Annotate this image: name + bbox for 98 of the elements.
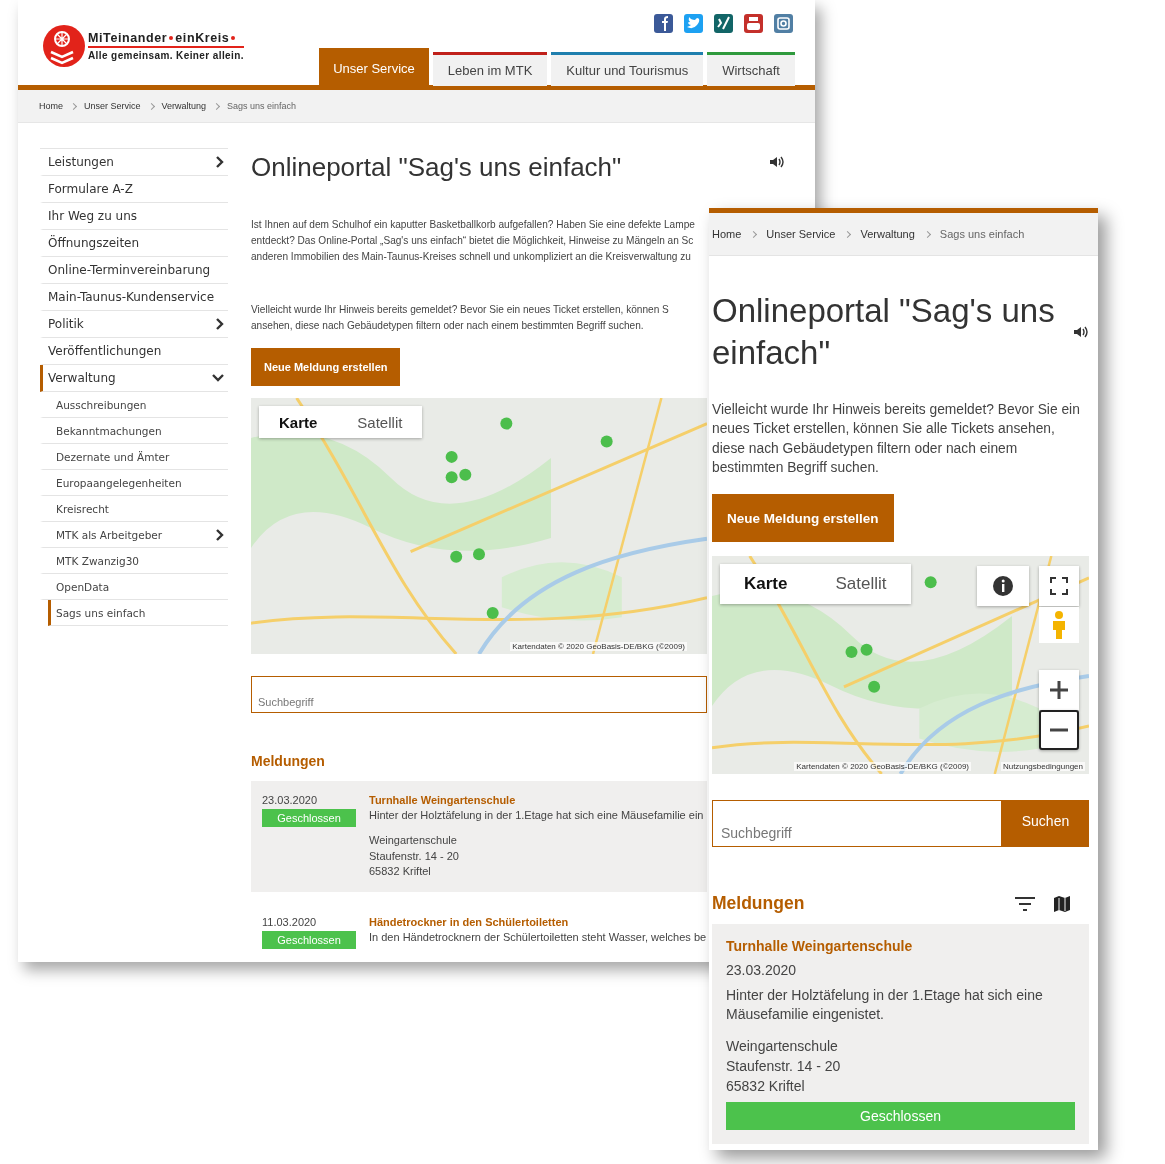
sidebar-item[interactable]: Formulare A-Z [40,176,228,203]
new-report-button[interactable]: Neue Meldung erstellen [712,494,894,543]
sidebar-item[interactable]: Online-Terminvereinbarung [40,257,228,284]
fullscreen-icon [1050,577,1068,596]
hint-text: Vielleicht wurde Ihr Hinweis bereits gemeldet? Bevor Sie ein neues Ticket erstellen, können S [251,303,670,317]
sidebar-item[interactable]: OpenData [40,574,228,600]
report-date: 23.03.2020 [262,794,319,806]
report-card[interactable]: Turnhalle Weingartenschule 23.03.2020 Hinter der Holztäfelung in der 1.Etage hat sich eine Mäusefamilie eingenistet. Weingartenschule Staufenstr. 14 - 20 65832 Kriftel Geschlossen [712,924,1089,1145]
breadcrumb-link[interactable]: Sags uns einfach [227,101,297,111]
twitter-icon[interactable] [684,14,703,33]
fullscreen-button[interactable] [1039,566,1079,607]
report-card[interactable]: 23.03.2020 Geschlossen Turnhalle Weingartenschule Hinter der Holztäfelung in der 1.Etage hat sich eine Mäusefamilie ein Weingartenschule Staufenstr. 14 - 20 65832 Kriftel [251,781,707,892]
filter-icon[interactable] [1015,896,1035,911]
nav-tab[interactable]: Leben im MTK [432,52,548,86]
search-button[interactable]: Suchen [1002,800,1089,848]
map-type-tab[interactable]: Karte [259,406,338,438]
intro-text: anderen Immobilien des Main-Taunus-Kreises schnell und unkompliziert an die Kreisverwaltung zu [251,250,692,264]
logo-tagline: Alle gemeinsam. Keiner allein. [88,50,244,61]
report-title[interactable]: Turnhalle Weingartenschule [726,938,1075,955]
info-button[interactable] [977,566,1029,607]
address-line: Staufenstr. 14 - 20 [726,1057,842,1077]
breadcrumb-link[interactable]: Home [712,228,742,240]
sidebar-item[interactable]: Europaangelegenheiten [40,470,228,496]
sidebar-item[interactable]: Verwaltung [40,365,228,392]
status-badge: Geschlossen [262,930,356,949]
report-description: Hinter der Holztäfelung in der 1.Etage hat sich eine Mäusefamilie eingenistet. [726,986,1044,1025]
page-title: Onlineportal "Sag's uns einfach" [712,291,1056,373]
logo-title: MiTeinander einKreis [88,31,244,48]
new-report-button[interactable]: Neue Meldung erstellen [251,348,401,386]
nav-tab[interactable]: Kultur und Tourismus [551,52,704,86]
sidebar-item[interactable]: MTK als Arbeitgeber [40,522,228,548]
address-line: 65832 Kriftel [726,1077,806,1097]
hint-text: ansehen, diese nach Gebäudetypen filtern oder nach einem bestimmten Begriff suchen. [251,319,645,333]
sidebar-item[interactable]: Ihr Weg zu uns [40,203,228,230]
breadcrumb-link[interactable]: Unser Service [766,228,836,240]
intro-text: entdeckt? Das Online-Portal „Sag's uns einfach“ bietet die Möglichkeit, Hinweise zu Mängeln an Sc [251,234,695,248]
breadcrumb-link[interactable]: Unser Service [84,101,141,111]
sidebar-item[interactable]: Dezernate und Ämter [40,444,228,470]
intro-text: Ist Ihnen auf dem Schulhof ein kaputter Basketballkorb aufgefallen? Haben Sie eine defekte Lampe [251,218,696,232]
reports-heading: Meldungen [712,893,806,915]
breadcrumb-link[interactable]: Verwaltung [860,228,915,240]
map-icon[interactable] [1053,894,1071,913]
minus-icon [1050,728,1068,733]
sidebar-item[interactable]: Leistungen [40,149,228,176]
sidebar-item[interactable]: Öffnungszeiten [40,230,228,257]
page-title: Onlineportal "Sag's uns einfach" [251,152,623,183]
chevron-right-icon [216,156,224,168]
breadcrumb-link[interactable]: Verwaltung [161,101,207,111]
sidebar-item[interactable]: Politik [40,311,228,338]
plus-icon [1050,681,1068,700]
terms-link[interactable]: Nutzungsbedingungen [1000,762,1085,772]
person-icon [1051,610,1067,641]
speaker-icon[interactable] [1073,325,1089,339]
search-field[interactable]: Suchbegriff [712,800,1002,848]
address-line: Weingartenschule [369,833,458,848]
status-badge: Geschlossen [726,1102,1075,1131]
sidebar-item[interactable]: Veröffentlichungen [40,338,228,365]
zoom-in-button[interactable] [1039,670,1079,711]
instagram-icon[interactable] [774,14,793,33]
speaker-icon[interactable] [769,155,785,169]
sidebar-item[interactable]: Main-Taunus-Kundenservice [40,284,228,311]
report-date: 23.03.2020 [726,962,798,979]
sidebar-item[interactable]: Kreisrecht [40,496,228,522]
sidebar-item[interactable]: Ausschreibungen [40,392,228,418]
map-type-tab[interactable]: Satellit [811,564,911,605]
report-title[interactable]: Händetrockner in den Schülertoiletten [369,915,707,928]
reports-heading: Meldungen [251,753,326,769]
map-attribution: Kartendaten © 2020 GeoBasis-DE/BKG (©2009) [510,642,687,651]
sidebar-item[interactable]: Sags uns einfach [48,600,228,626]
logo-icon [42,24,86,68]
hint-text: Vielleicht wurde Ihr Hinweis bereits gemeldet? Bevor Sie ein neues Ticket erstellen, können Sie alle Tickets ansehen, diese nach Gebäudetypen filtern oder nach einem bestimmten Begriff suchen. [712,401,1081,477]
chevron-right-icon [216,528,224,541]
map-attribution: Kartendaten © 2020 GeoBasis-DE/BKG (©2009) [794,762,971,772]
address-line: Weingartenschule [726,1037,839,1057]
map-type-tab[interactable]: Satellit [337,406,423,438]
report-title[interactable]: Turnhalle Weingartenschule [369,794,704,806]
info-icon [992,575,1014,598]
report-date: 11.03.2020 [262,915,318,928]
chevron-down-icon [212,374,224,382]
nav-tab[interactable]: Wirtschaft [707,52,795,86]
sidebar-item[interactable]: Bekanntmachungen [40,418,228,444]
status-badge: Geschlossen [262,809,356,827]
address-line: Staufenstr. 14 - 20 [369,848,460,864]
address-line: 65832 Kriftel [369,864,432,879]
nav-tab[interactable]: Unser Service [319,48,429,86]
facebook-icon[interactable] [654,14,673,33]
sidebar-item[interactable]: MTK Zwanzig30 [40,548,228,574]
zoom-out-button[interactable] [1039,710,1079,751]
breadcrumb-link[interactable]: Sags uns einfach [939,228,1025,240]
report-card[interactable]: 11.03.2020 Geschlossen Händetrockner in den Schülertoiletten In den Händetrocknern der Schülertoiletten steht Wasser, welches be [251,915,707,949]
report-description: In den Händetrocknern der Schülertoiletten steht Wasser, welches be [369,930,707,943]
chevron-right-icon [216,318,224,330]
map-type-tab[interactable]: Karte [720,564,812,605]
youtube-icon[interactable] [744,14,763,33]
report-description: Hinter der Holztäfelung in der 1.Etage hat sich eine Mäusefamilie ein [369,809,704,821]
breadcrumb-link[interactable]: Home [39,101,63,111]
search-field[interactable]: Suchbegriff [251,676,707,713]
xing-icon[interactable] [714,14,733,33]
